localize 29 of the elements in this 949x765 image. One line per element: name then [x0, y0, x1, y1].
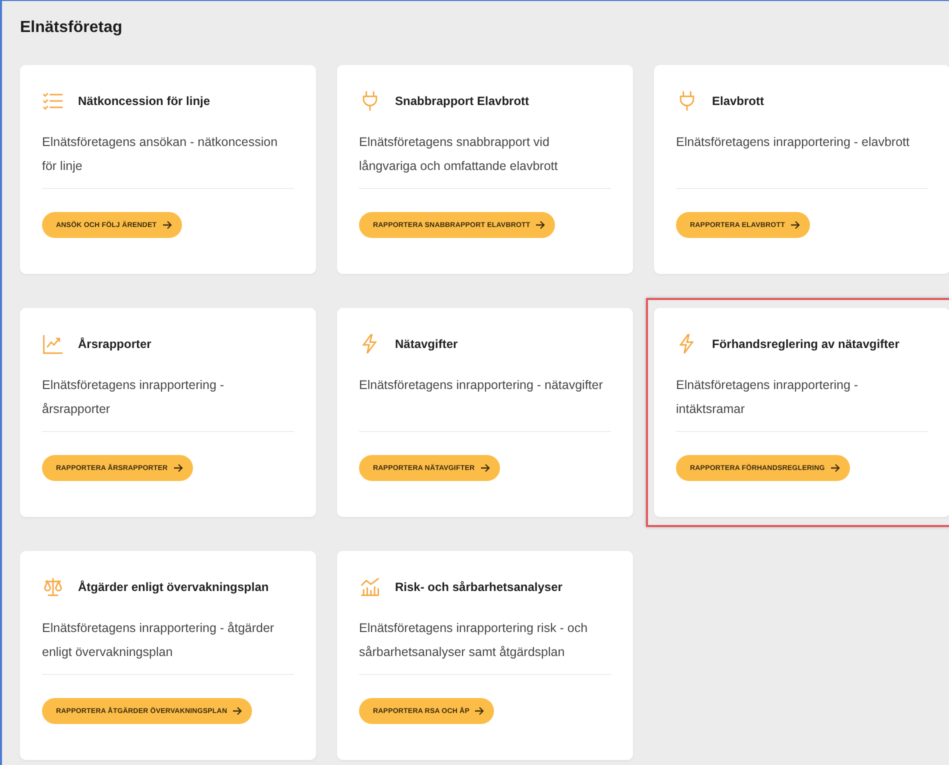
- arrow-right-icon: [474, 706, 484, 716]
- arrow-right-icon: [535, 220, 546, 230]
- card-title: Risk- och sårbarhetsanalyser: [395, 580, 562, 594]
- card-description: Elnätsföretagens inrapportering - nätavgifter: [359, 377, 603, 394]
- card-description: Elnätsföretagens snabbrapport vid långvariga och omfattande elavbrott: [359, 134, 559, 175]
- arrow-right-icon: [172, 463, 183, 473]
- card-title: Förhandsreglering av nätavgifter: [712, 337, 900, 351]
- checklist-icon: [42, 90, 64, 112]
- card-title: Snabbrapport Elavbrott: [395, 94, 530, 108]
- card-title: Åtgärder enligt övervakningsplan: [78, 580, 269, 594]
- arrow-right-icon: [480, 463, 490, 473]
- arrow-right-icon: [162, 220, 172, 230]
- bar-chart-icon: [359, 576, 381, 598]
- card-title: Nätkoncession för linje: [78, 94, 210, 108]
- arrow-right-icon: [830, 463, 840, 473]
- card-description: Elnätsföretagens inrapportering risk - och sårbarhetsanalyser samt åtgärdsplan: [359, 620, 589, 661]
- card-description: Elnätsföretagens inrapportering - intäktsramar: [676, 377, 860, 418]
- card-description: Elnätsföretagens inrapportering - årsrapporter: [42, 377, 226, 418]
- card-title: Nätavgifter: [395, 337, 458, 351]
- scales-icon: [42, 576, 64, 598]
- page-heading: Elnätsföretag: [20, 19, 124, 37]
- card-title: Årsrapporter: [78, 337, 152, 351]
- line-chart-icon: [42, 333, 64, 355]
- card-description: Elnätsföretagens inrapportering - elavbrott: [676, 134, 910, 151]
- card-description: Elnätsföretagens ansökan - nätkoncession för linje: [42, 134, 279, 175]
- arrow-right-icon: [232, 706, 242, 716]
- card-title: Elavbrott: [712, 94, 764, 108]
- card-description: Elnätsföretagens inrapportering - åtgärder enligt övervakningsplan: [42, 620, 276, 661]
- arrow-right-icon: [790, 220, 800, 230]
